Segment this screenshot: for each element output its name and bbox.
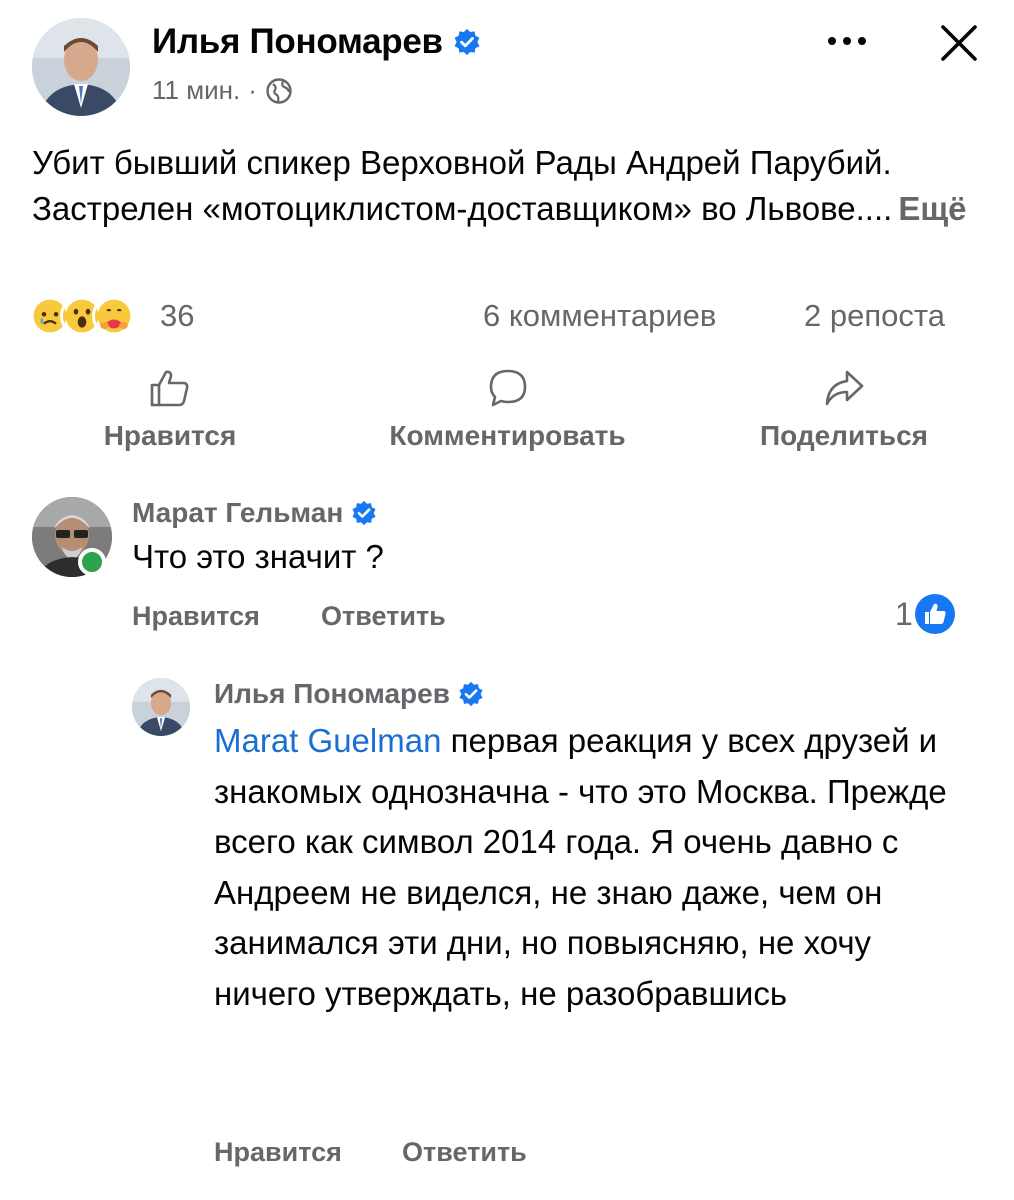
thumbs-up-icon (150, 370, 189, 407)
post-author-name[interactable]: Илья Пономарев (152, 22, 443, 62)
author-photo (32, 18, 130, 116)
reply-author[interactable]: Илья Пономарев (214, 678, 484, 710)
meta-separator: · (248, 75, 257, 105)
comment-like-count[interactable]: 1 (895, 593, 956, 635)
reply-like-button[interactable]: Нравится (214, 1137, 342, 1168)
reply-author-avatar[interactable] (132, 678, 190, 736)
reaction-count[interactable]: 36 (160, 298, 194, 334)
post-author[interactable]: Илья Пономарев (152, 22, 481, 62)
reply-mention-link[interactable]: Marat Guelman (214, 722, 441, 759)
globe-icon (266, 77, 292, 104)
share-button[interactable]: Поделиться (746, 368, 942, 452)
comment-author-name[interactable]: Марат Гельман (132, 497, 343, 529)
like-button[interactable]: Нравится (92, 368, 248, 452)
post-body: Убит бывший спикер Верховной Рады Андрей… (32, 144, 893, 227)
like-label: Нравится (103, 420, 237, 451)
post-meta: 11 мин. · (152, 75, 293, 106)
more-options-button[interactable] (818, 18, 876, 64)
share-label: Поделиться (759, 420, 929, 451)
share-arrow-icon (825, 370, 864, 406)
shares-count[interactable]: 2 репоста (804, 298, 945, 334)
verified-badge-icon (352, 500, 376, 526)
post-time[interactable]: 11 мин. (152, 75, 240, 106)
reply-author-name[interactable]: Илья Пономарев (214, 678, 450, 710)
verified-badge-icon (459, 681, 483, 707)
close-button[interactable] (930, 18, 988, 68)
comment-like-number: 1 (895, 595, 913, 632)
reply-author-photo (132, 678, 190, 736)
reply-body: первая реакция у всех друзей и знакомых … (214, 722, 947, 1012)
online-status-indicator (78, 548, 106, 576)
author-avatar[interactable] (32, 18, 130, 116)
see-more-link[interactable]: Ещё (898, 190, 966, 227)
comment-like-button[interactable]: Нравится (132, 601, 260, 632)
comment-text: Что это значит ? (132, 538, 384, 575)
more-dots-icon (828, 37, 866, 45)
comment-reply-button[interactable]: Ответить (321, 601, 446, 632)
comment-bubble-icon (489, 369, 526, 407)
comment-button[interactable]: Комментировать (366, 368, 649, 452)
like-reaction-icon (914, 594, 955, 634)
verified-badge-icon (454, 29, 480, 55)
comment-author[interactable]: Марат Гельман (132, 497, 377, 529)
care-emoji-icon (92, 294, 136, 338)
comment-label: Комментировать (389, 420, 626, 451)
reply-reply-button[interactable]: Ответить (402, 1137, 527, 1168)
post-text: Убит бывший спикер Верховной Рады Андрей… (32, 140, 982, 232)
reply-text: Marat Guelman первая реакция у всех друз… (214, 716, 974, 1019)
comments-count[interactable]: 6 комментариев (483, 298, 716, 334)
close-icon (941, 25, 977, 61)
reaction-icons[interactable] (28, 294, 136, 338)
